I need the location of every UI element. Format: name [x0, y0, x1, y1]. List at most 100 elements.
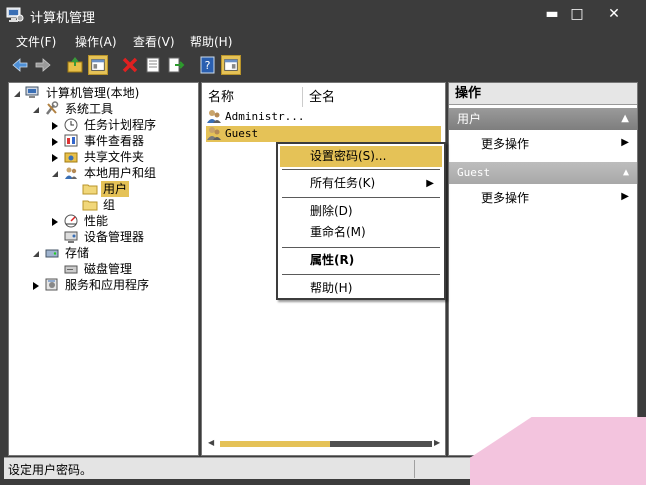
- column-header-name[interactable]: 名称: [208, 87, 234, 109]
- clock-icon: [63, 117, 79, 132]
- action-more-guest[interactable]: 更多操作: [481, 189, 529, 206]
- context-item-properties[interactable]: 属性(R): [280, 250, 442, 271]
- action-section-guest[interactable]: Guest ▲: [449, 162, 637, 184]
- tree-item-label: 存储: [65, 246, 90, 260]
- window-title: 计算机管理: [30, 11, 96, 26]
- horizontal-scrollbar[interactable]: [220, 441, 432, 447]
- menu-separator: [282, 169, 440, 170]
- status-text: 设定用户密码。: [8, 463, 93, 477]
- list-item-guest[interactable]: Guest: [206, 126, 441, 142]
- performance-icon: [63, 213, 79, 228]
- disk-icon: [63, 261, 79, 276]
- expanded-arrow-icon[interactable]: [32, 104, 40, 114]
- show-tree-icon[interactable]: [88, 55, 108, 75]
- properties-icon[interactable]: [143, 55, 163, 75]
- storage-icon: [44, 245, 60, 260]
- folder-icon: [82, 181, 98, 196]
- collapse-icon[interactable]: ▲: [623, 162, 629, 184]
- collapsed-arrow-icon[interactable]: [51, 120, 59, 130]
- submenu-arrow-icon: ▶: [621, 191, 629, 202]
- user-name: Administr...: [225, 110, 305, 123]
- collapsed-arrow-icon[interactable]: [51, 136, 59, 146]
- users-icon: [63, 165, 79, 180]
- expanded-arrow-icon[interactable]: [13, 88, 21, 98]
- menu-action[interactable]: 操作(A): [75, 33, 117, 50]
- tools-icon: [44, 101, 60, 116]
- device-manager-icon: [63, 229, 79, 244]
- status-divider: [414, 460, 415, 478]
- collapsed-arrow-icon[interactable]: [32, 280, 40, 290]
- action-pane: 操作 用户 ▲ 更多操作 ▶ Guest ▲ 更多操作 ▶: [448, 82, 638, 456]
- expanded-arrow-icon[interactable]: [32, 248, 40, 258]
- menu-bar: 文件(F) 操作(A) 查看(V) 帮助(H): [8, 30, 638, 51]
- context-menu: 设置密码(S)... 所有任务(K) ▶ 删除(D) 重命名(M) 属性(R) …: [276, 142, 446, 300]
- menu-separator: [282, 274, 440, 275]
- console-tree: 计算机管理(本地) 系统工具 任务计划程序 事件查看器 共享文件夹 本地用户和组 用户组性能…: [8, 82, 199, 456]
- action-pane-icon[interactable]: [221, 55, 241, 75]
- collapsed-arrow-icon[interactable]: [51, 216, 59, 226]
- context-item-delete[interactable]: 删除(D): [280, 201, 442, 222]
- tree-item-label: 计算机管理(本地): [46, 86, 140, 100]
- action-section-users[interactable]: 用户 ▲: [449, 108, 637, 130]
- action-more-users[interactable]: 更多操作: [481, 135, 529, 152]
- context-item-rename[interactable]: 重命名(M): [280, 222, 442, 243]
- column-divider[interactable]: [302, 87, 303, 107]
- list-item-administrator[interactable]: Administr...: [206, 109, 441, 125]
- help-icon[interactable]: ?: [198, 55, 218, 75]
- services-icon: [44, 277, 60, 292]
- scrollbar-thumb[interactable]: [220, 441, 330, 447]
- menu-view[interactable]: 查看(V): [133, 33, 175, 50]
- computer-management-icon: [6, 7, 24, 22]
- delete-icon[interactable]: [120, 55, 140, 75]
- scroll-right-arrow[interactable]: ▶: [434, 438, 440, 447]
- submenu-arrow-icon: ▶: [621, 137, 629, 148]
- tree-item-label: 事件查看器: [84, 134, 145, 148]
- up-folder-icon[interactable]: [65, 55, 85, 75]
- menu-separator: [282, 197, 440, 198]
- user-icon: [207, 110, 221, 123]
- maximize-button[interactable]: □: [566, 4, 588, 24]
- tree-item-label: 共享文件夹: [84, 150, 145, 164]
- menu-help[interactable]: 帮助(H): [190, 33, 232, 50]
- context-item-all-tasks[interactable]: 所有任务(K) ▶: [280, 173, 442, 194]
- tree-item-label: 设备管理器: [84, 230, 145, 244]
- collapse-icon[interactable]: ▲: [621, 108, 629, 130]
- tree-item-label: 服务和应用程序: [65, 278, 150, 292]
- svg-text:?: ?: [205, 59, 211, 72]
- expanded-arrow-icon[interactable]: [51, 168, 59, 178]
- tree-item-label: 用户: [101, 181, 130, 197]
- shared-folder-icon: [63, 149, 79, 164]
- computer-management-window: 计算机管理 ▬ □ ✕ 文件(F) 操作(A) 查看(V) 帮助(H) ? 计算…: [0, 0, 646, 485]
- scroll-left-arrow[interactable]: ◀: [208, 438, 214, 447]
- tree-item-label: 本地用户和组: [84, 166, 157, 180]
- tree-item-label: 组: [103, 198, 116, 212]
- user-icon: [207, 127, 221, 140]
- back-icon[interactable]: [10, 55, 30, 75]
- tree-item-label: 磁盘管理: [84, 262, 133, 276]
- menu-file[interactable]: 文件(F): [16, 33, 56, 50]
- action-section-title: Guest: [457, 166, 491, 179]
- action-pane-header: 操作: [449, 83, 637, 105]
- tree-item-label: 系统工具: [65, 102, 114, 116]
- export-icon[interactable]: [166, 55, 186, 75]
- submenu-arrow-icon: ▶: [426, 178, 434, 189]
- toolbar: ?: [8, 51, 638, 80]
- forward-icon[interactable]: [33, 55, 53, 75]
- computer-icon: [25, 85, 41, 100]
- event-viewer-icon: [63, 133, 79, 148]
- context-item-set-password[interactable]: 设置密码(S)...: [280, 146, 442, 167]
- minimize-button[interactable]: ▬: [541, 4, 563, 24]
- collapsed-arrow-icon[interactable]: [51, 152, 59, 162]
- title-bar[interactable]: 计算机管理 ▬ □ ✕: [0, 0, 646, 30]
- context-item-help[interactable]: 帮助(H): [280, 278, 442, 299]
- close-button[interactable]: ✕: [603, 4, 625, 24]
- context-item-label: 所有任务(K): [310, 176, 376, 190]
- column-header-fullname[interactable]: 全名: [309, 87, 335, 109]
- action-section-title: 用户: [457, 112, 482, 126]
- tree-item-label: 性能: [84, 214, 109, 228]
- folder-icon: [82, 197, 98, 212]
- menu-separator: [282, 247, 440, 248]
